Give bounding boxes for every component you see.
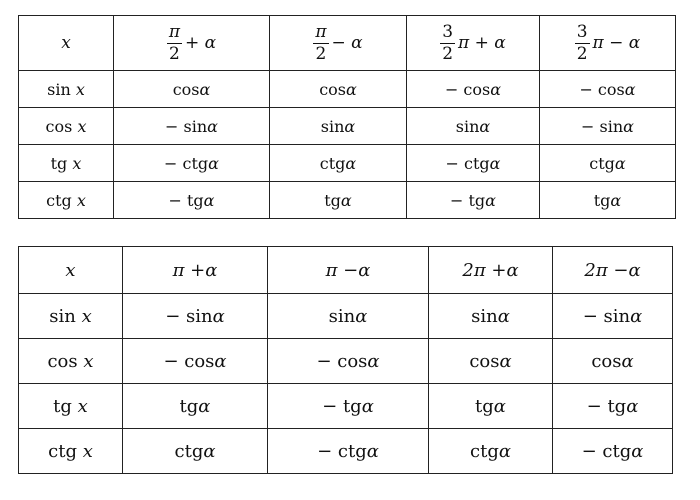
table-cell: − ctgα (552, 428, 673, 474)
table-cell: − cosα (539, 70, 676, 108)
table-cell: tgα (122, 383, 268, 429)
argument-rest: π + α (458, 32, 506, 53)
table-row-ctg: ctg x ctgα − ctgα ctgα − ctgα (18, 428, 673, 474)
header-cell-pi-plus-alpha: π +α (122, 246, 268, 294)
function-variable: x (76, 190, 86, 210)
row-label: ctg x (18, 181, 114, 219)
table-cell: − tgα (267, 383, 429, 429)
row-label: tg x (18, 144, 114, 182)
row-label: tg x (18, 383, 123, 429)
function-name: ctg (48, 440, 77, 462)
table-row-cos: cos x − cosα − cosα cosα cosα (18, 338, 673, 384)
table-cell: − cosα (267, 338, 429, 384)
fraction: 3 2 (440, 21, 456, 64)
row-label: sin x (18, 70, 114, 108)
function-name: cos (47, 350, 78, 372)
header-cell-pi-half-minus-alpha: π 2 − α (269, 15, 407, 71)
fraction-denominator: 2 (576, 43, 588, 64)
function-name: sin (49, 305, 76, 327)
table-cell: − ctgα (267, 428, 429, 474)
function-variable: x (83, 350, 94, 372)
function-variable: x (77, 395, 88, 417)
table-row-tg: tg x − ctgα ctgα − ctgα ctgα (18, 144, 676, 182)
fraction-denominator: 2 (315, 43, 327, 64)
header-cell-two-pi-plus-alpha: 2π +α (428, 246, 553, 294)
header-cell-x: x (18, 15, 114, 71)
table-cell: sinα (269, 107, 407, 145)
table-cell: cosα (428, 338, 553, 384)
table-header-row: x π +α π −α 2π +α 2π −α (18, 246, 673, 294)
row-label: cos x (18, 107, 114, 145)
header-cell-pi-half-plus-alpha: π 2 + α (113, 15, 270, 71)
table-cell: − ctgα (406, 144, 540, 182)
table-header-row: x π 2 + α π 2 − α 3 2 π + α 3 2 π − α (18, 15, 676, 71)
header-cell-x: x (18, 246, 123, 294)
function-name: tg (50, 153, 68, 173)
table-row-cos: cos x − sinα sinα sinα − sinα (18, 107, 676, 145)
table-cell: tgα (428, 383, 553, 429)
table-cell: ctgα (539, 144, 676, 182)
header-cell-pi-minus-alpha: π −α (267, 246, 429, 294)
fraction: 3 2 (574, 21, 590, 64)
fraction-numerator: π (313, 21, 329, 44)
table-row-sin: sin x cosα cosα − cosα − cosα (18, 70, 676, 108)
table-cell: cosα (269, 70, 407, 108)
table-cell: sinα (267, 293, 429, 339)
fraction-numerator: 3 (440, 21, 456, 44)
argument-rest: + α (185, 32, 217, 53)
table-row-ctg: ctg x − tgα tgα − tgα tgα (18, 181, 676, 219)
table-cell: sinα (428, 293, 553, 339)
header-cell-two-pi-minus-alpha: 2π −α (552, 246, 673, 294)
fraction-numerator: 3 (574, 21, 590, 44)
header-cell-three-pi-half-minus-alpha: 3 2 π − α (539, 15, 676, 71)
table-row-sin: sin x − sinα sinα sinα − sinα (18, 293, 673, 339)
table-cell: − tgα (406, 181, 540, 219)
function-variable: x (77, 116, 87, 136)
table-cell: − sinα (539, 107, 676, 145)
function-variable: x (75, 79, 85, 99)
table-cell: cosα (552, 338, 673, 384)
function-name: ctg (46, 190, 72, 210)
table-cell: ctgα (428, 428, 553, 474)
variable-x: x (61, 33, 71, 53)
function-name: tg (53, 395, 72, 417)
table-cell: tgα (539, 181, 676, 219)
argument-rest: π − α (592, 32, 641, 53)
reduction-table-quarter-angles: x π 2 + α π 2 − α 3 2 π + α 3 2 π − α si… (18, 15, 676, 219)
table-cell: ctgα (269, 144, 407, 182)
table-cell: − sinα (113, 107, 270, 145)
row-label: sin x (18, 293, 123, 339)
table-cell: − cosα (122, 338, 268, 384)
table-row-tg: tg x tgα − tgα tgα − tgα (18, 383, 673, 429)
function-variable: x (72, 153, 82, 173)
fraction-denominator: 2 (169, 43, 180, 64)
function-name: cos (45, 116, 73, 136)
function-variable: x (82, 440, 93, 462)
table-cell: ctgα (122, 428, 268, 474)
row-label: cos x (18, 338, 123, 384)
reduction-table-full-angles: x π +α π −α 2π +α 2π −α sin x − sinα sin… (18, 246, 673, 474)
header-cell-three-pi-half-plus-alpha: 3 2 π + α (406, 15, 540, 71)
row-label: ctg x (18, 428, 123, 474)
table-cell: − tgα (113, 181, 270, 219)
table-cell: tgα (269, 181, 407, 219)
fraction: π 2 (166, 21, 183, 64)
fraction-numerator: π (166, 21, 183, 44)
table-cell: − cosα (406, 70, 540, 108)
table-cell: − sinα (122, 293, 268, 339)
table-cell: − ctgα (113, 144, 270, 182)
table-cell: cosα (113, 70, 270, 108)
table-cell: − tgα (552, 383, 673, 429)
function-variable: x (81, 305, 92, 327)
table-cell: sinα (406, 107, 540, 145)
fraction-denominator: 2 (442, 43, 454, 64)
argument-rest: − α (331, 32, 363, 53)
fraction: π 2 (313, 21, 329, 64)
function-name: sin (47, 79, 71, 99)
table-cell: − sinα (552, 293, 673, 339)
